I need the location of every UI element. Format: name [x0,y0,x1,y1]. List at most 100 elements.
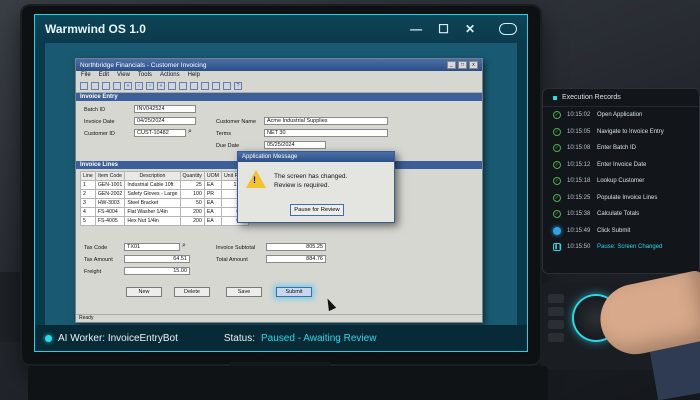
execution-records-panel: Execution Records ✓ 10:15:02 Open Applicat… [542,88,700,274]
new-icon[interactable] [80,82,88,90]
record-label: Calculate Totals [597,211,640,218]
execution-record: ✓ 10:15:25 Populate Invoice Lines [543,190,699,207]
table-row[interactable]: 4FS-4004Flat Washer 1/4in200EA0.15 [80,207,250,217]
menu-view[interactable]: View [117,72,130,80]
status-value: Paused - Awaiting Review [261,332,377,344]
record-label: Populate Invoice Lines [597,194,658,201]
invoice-date-field[interactable]: 04/25/2024 [134,117,196,125]
table-header-row: Line Item Code Description Quantity UOM Unit … [80,171,250,181]
customer-name-field[interactable]: Acme Industrial Supplies [264,117,388,125]
warning-icon [246,170,266,188]
tax-code-search-icon[interactable]: ⌕ [182,242,186,250]
table-cell: EA [203,216,222,226]
check-circle-icon: ✓ [553,210,561,219]
table-cell: 5 [80,216,96,226]
cut-icon[interactable] [190,82,198,90]
totals-section: Tax Code TX01 ⌕ Tax Amount 64.51 Freight… [76,239,482,325]
help-icon[interactable]: ? [234,82,242,90]
app-maximize-icon[interactable]: □ [458,61,467,69]
column-header: Line [80,171,96,181]
copy-icon[interactable] [179,82,187,90]
application-message-dialog: Application Message ! The screen has cha… [237,151,395,223]
due-date-field[interactable]: 05/25/2024 [264,141,326,149]
total-label: Total Amount [216,257,248,263]
record-label: Pause: Screen Changed [597,244,663,251]
table-row[interactable]: 2GEN-2002Safety Gloves - Large100PR2.40 [80,189,250,199]
menu-actions[interactable]: Actions [160,72,180,80]
current-step-icon [553,226,561,235]
device-key[interactable] [548,294,564,303]
freight-label: Freight [84,269,102,275]
check-circle-icon: ✓ [553,144,561,153]
terms-field[interactable]: NET 30 [264,129,388,137]
execution-record: ✓ 10:15:12 Enter Invoice Date [543,157,699,174]
menu-tools[interactable]: Tools [138,72,152,80]
batch-id-field[interactable]: INV042524 [134,105,196,113]
tax-code-field[interactable]: TX01 [124,243,180,251]
execution-records-title: Execution Records [562,94,621,101]
table-cell: HW-3003 [94,198,126,208]
pause-for-review-button[interactable]: Pause for Review [290,204,344,216]
menu-file[interactable]: File [81,72,91,80]
record-time: 10:15:49 [567,227,591,234]
table-cell: 1 [80,180,96,190]
close-icon[interactable]: ✕ [465,22,475,36]
table-cell: EA [203,180,222,190]
save-button[interactable]: Save [226,287,262,297]
minimize-icon[interactable]: — [410,22,422,36]
menu-help[interactable]: Help [188,72,200,80]
maximize-icon[interactable]: ☐ [438,22,449,36]
record-label: Click Submit [597,227,631,234]
device-key[interactable] [548,333,564,342]
table-row[interactable]: 3HW-3003Steel Bracket50EA3.85 [80,198,250,208]
check-circle-icon: ✓ [553,160,561,169]
execution-record: ✓ 10:15:18 Lookup Customer [543,173,699,190]
subtotal-label: Invoice Subtotal [216,245,256,251]
app-minimize-icon[interactable]: _ [447,61,456,69]
delete-icon[interactable] [223,82,231,90]
table-cell: PR [203,189,222,199]
device-key[interactable] [548,307,564,316]
status-label: Status: [223,332,255,344]
prev-icon[interactable]: ‹ [135,82,143,90]
cloud-icon[interactable] [499,23,517,35]
scene: Warmwind OS 1.0 — ☐ ✕ Northbridge Financ… [0,0,700,400]
delete-button[interactable]: Delete [174,287,210,297]
record-time: 10:15:25 [567,194,591,201]
table-cell: Flat Washer 1/4in [124,207,181,217]
table-cell: 200 [179,207,205,217]
table-cell: 25 [179,180,205,190]
record-time: 10:15:38 [567,211,591,218]
submit-button[interactable]: Submit [276,287,312,297]
new-button[interactable]: New [126,287,162,297]
customer-search-icon[interactable]: ⌕ [188,128,192,136]
column-header: Quantity [179,171,205,181]
desktop: Northbridge Financials - Customer Invoic… [45,43,517,327]
device-key[interactable] [548,320,564,329]
tax-amount-field[interactable]: 64.51 [124,255,190,263]
table-cell: Safety Gloves - Large [124,189,181,199]
first-icon[interactable]: « [124,82,132,90]
table-row[interactable]: 1GEN-1001Industrial Cable 10ft25EA12.75 [80,180,250,190]
menu-edit[interactable]: Edit [99,72,109,80]
os-title: Warmwind OS 1.0 [45,22,146,36]
app-close-icon[interactable]: x [469,61,478,69]
open-icon[interactable] [91,82,99,90]
customer-name-label: Customer Name [216,119,257,125]
find-icon[interactable] [168,82,176,90]
execution-record: ❚❚ 10:15:50 Pause: Screen Changed [543,239,699,256]
subtotal-field: 805.25 [266,243,326,251]
undo-icon[interactable] [212,82,220,90]
freight-field[interactable]: 15.00 [124,267,190,275]
print-icon[interactable] [113,82,121,90]
table-row[interactable]: 5FS-4005Hex Nut 1/4in200EA0.12 [80,216,250,226]
table-cell: 3 [80,198,96,208]
save-icon[interactable] [102,82,110,90]
batch-id-label: Batch ID [84,107,106,113]
paste-icon[interactable] [201,82,209,90]
customer-id-field[interactable]: CUST-10482 [134,129,186,137]
last-icon[interactable]: » [157,82,165,90]
app-window-controls: _ □ x [447,61,478,69]
record-time: 10:15:05 [567,128,591,135]
next-icon[interactable]: › [146,82,154,90]
